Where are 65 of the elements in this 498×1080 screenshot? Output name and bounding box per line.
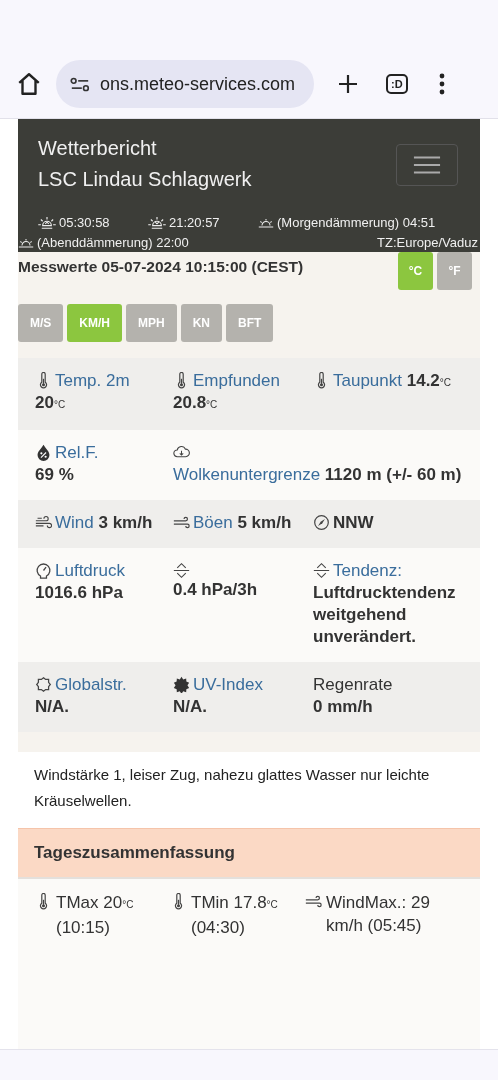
up-down-icon	[313, 562, 330, 579]
sun-icon	[35, 676, 52, 693]
page-title: Wetterbericht	[38, 137, 158, 160]
measurement-value: N/A.	[35, 696, 70, 718]
sun-time: (Abenddämmerung) 22:00	[37, 235, 189, 250]
speed-unit-button[interactable]: KM/H	[67, 304, 122, 342]
measurement-text: Böen 5 km/h	[193, 512, 292, 534]
measurement-label: Globalstr.	[55, 674, 127, 696]
summary-value: TMax 20°C (10:15)	[56, 892, 135, 939]
measurement-text: Wind 3 km/h	[55, 512, 153, 534]
url-text: ons.meteo-services.com	[100, 73, 296, 95]
temperature-unit-button[interactable]: °F	[437, 252, 472, 290]
gust-icon	[305, 893, 322, 910]
sun-time: 21:20:57	[169, 215, 220, 230]
measurement-text: Taupunkt 14.2°C	[333, 370, 452, 392]
wind-icon	[35, 514, 52, 531]
home-icon[interactable]	[16, 71, 42, 97]
measurement-value: 0.4 hPa/3h	[173, 579, 259, 601]
address-bar[interactable]: ons.meteo-services.com	[56, 60, 314, 108]
sunrise-icon	[38, 215, 56, 230]
humidity-icon	[35, 444, 52, 461]
measurement-value: 20.8°C	[173, 392, 219, 414]
measurement-text: NNW	[333, 512, 374, 534]
gust-icon	[173, 514, 190, 531]
gauge-icon	[35, 562, 52, 579]
measurement-text: Wolkenuntergrenze 1120 m (+/- 60 m)	[173, 464, 462, 486]
speed-unit-button[interactable]: KN	[180, 304, 223, 342]
wind-description: Windstärke 1, leiser Zug, nahezu glattes Wasser nur leichte Kräuselwellen.	[33, 765, 431, 811]
measurement-label: UV-Index	[193, 674, 263, 696]
summary-value: TMin 17.8°C (04:30)	[191, 892, 279, 939]
measurement-label: Empfunden	[193, 370, 280, 392]
sun-time: 05:30:58	[59, 215, 110, 230]
measurement-value: 0 mm/h	[313, 696, 374, 718]
measurement-value: 69 %	[35, 464, 75, 486]
measurement-value: Luftdrucktendenz weitgehend unverändert.	[313, 582, 457, 648]
menu-icon[interactable]	[437, 72, 446, 96]
plus-icon[interactable]	[336, 72, 360, 96]
uv-icon	[173, 676, 190, 693]
menu-icon	[413, 155, 441, 175]
temperature-unit-button[interactable]: °C	[398, 252, 433, 290]
measurement-label: Regenrate	[313, 674, 393, 696]
tab-switcher-button[interactable]: :D	[386, 74, 408, 94]
site-settings-icon[interactable]	[70, 76, 90, 92]
station-name: LSC Lindau Schlagwerk	[38, 168, 252, 191]
measurement-value: N/A.	[173, 696, 208, 718]
menu-button[interactable]	[396, 144, 458, 186]
measurement-label: Temp. 2m	[55, 370, 130, 392]
twilight-icon	[258, 217, 274, 228]
speed-unit-button[interactable]: M/S	[18, 304, 64, 342]
summary-value: WindMax.: 29 km/h (05:45)	[326, 892, 431, 937]
sun-time: (Morgendämmerung) 04:51	[277, 215, 436, 230]
up-down-icon	[173, 562, 190, 579]
summary-title: Tageszusammenfassung	[34, 843, 235, 862]
measurement-value: 1016.6 hPa	[35, 582, 124, 604]
speed-unit-button[interactable]: BFT	[226, 304, 274, 342]
measurement-label: Luftdruck	[55, 560, 125, 582]
compass-icon	[313, 514, 330, 531]
sunset-icon	[148, 215, 166, 230]
measurement-time: Messwerte 05-07-2024 10:15:00 (CEST)	[18, 257, 304, 277]
measurement-value: 20°C	[35, 392, 67, 414]
measurement-label: Rel.F.	[55, 442, 99, 464]
speed-unit-button[interactable]: MPH	[126, 304, 177, 342]
twilight-icon	[18, 237, 34, 248]
timezone-label: TZ:Europe/Vaduz	[377, 235, 478, 250]
measurement-label: Tendenz:	[333, 560, 402, 582]
